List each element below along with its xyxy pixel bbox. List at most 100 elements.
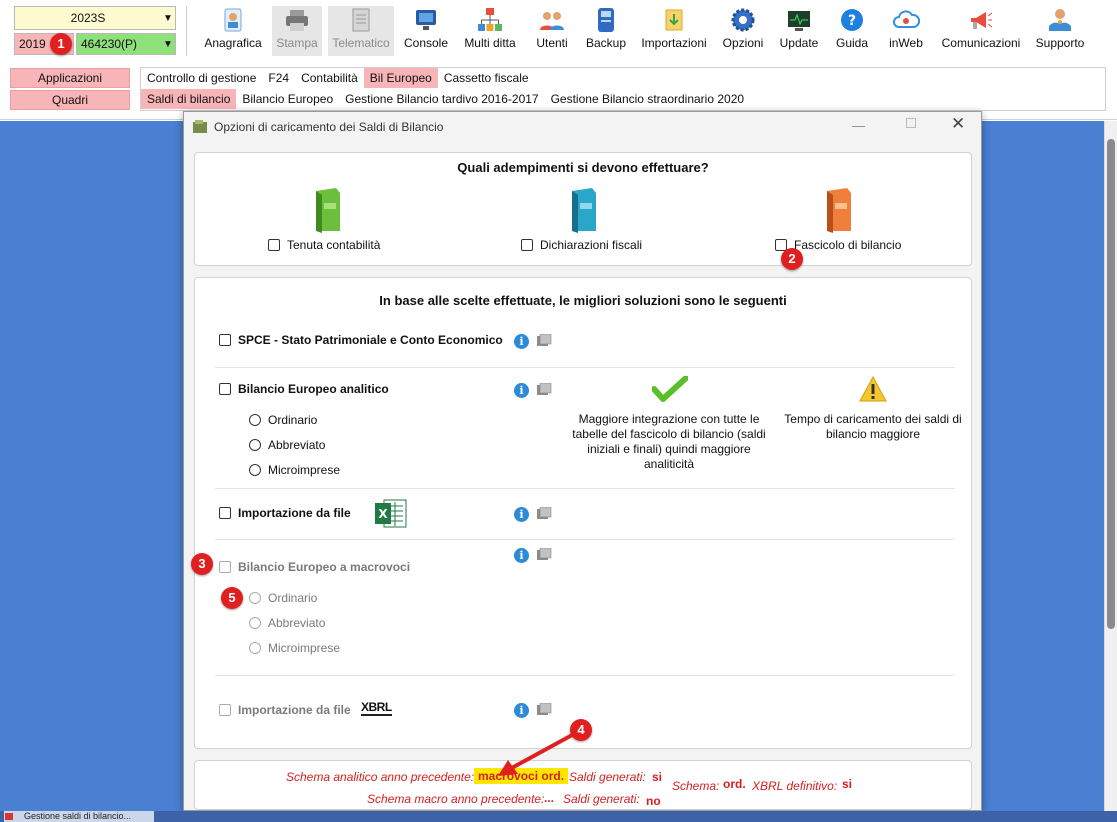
menu-controllo-di-gestione[interactable]: Controllo di gestione [141, 68, 262, 88]
scrollbar-thumb[interactable] [1107, 139, 1115, 629]
spce-option[interactable]: SPCE - Stato Patrimoniale e Conto Econom… [219, 333, 503, 347]
close-icon[interactable]: ✕ [951, 114, 965, 134]
menu-contabilita[interactable]: Contabilità [295, 68, 364, 88]
opzioni-label: Opzioni [722, 36, 764, 50]
separator [215, 675, 955, 676]
app-icon [193, 120, 207, 133]
menu-bilancio-straordinario[interactable]: Gestione Bilancio straordinario 2020 [545, 89, 750, 109]
multi-ditta-button[interactable]: Multi ditta [459, 6, 521, 56]
console-button[interactable]: Console [400, 6, 452, 56]
menu-f24[interactable]: F24 [262, 68, 295, 88]
period-select[interactable]: 2023S ▼ [14, 6, 176, 30]
soluzioni-panel: In base alle scelte effettuate, le migli… [194, 277, 972, 749]
macro-abbreviato-radio[interactable] [249, 617, 261, 629]
bilancio-macrovoci-settings-icon[interactable] [536, 548, 552, 562]
support-icon [1049, 9, 1071, 31]
analitico-abbreviato-option[interactable]: Abbreviato [249, 438, 325, 452]
tenuta-contabilita-option[interactable]: Tenuta contabilità [268, 238, 380, 252]
anagrafica-button[interactable]: Anagrafica [200, 6, 266, 56]
macro-ordinario-option[interactable]: Ordinario [249, 591, 317, 605]
taskbar-item[interactable]: Gestione saldi di bilancio... [4, 811, 154, 822]
comunicazioni-button[interactable]: Comunicazioni [938, 6, 1024, 56]
menu-bil-europeo[interactable]: Bil Europeo [363, 68, 438, 88]
bilancio-macrovoci-checkbox[interactable] [219, 561, 231, 573]
spce-info-icon[interactable]: i [514, 334, 529, 349]
vertical-scrollbar[interactable] [1104, 121, 1117, 811]
applicazioni-button[interactable]: Applicazioni [10, 68, 130, 88]
importazione-file-label: Importazione da file [238, 506, 351, 520]
menu-bilancio-tardivo[interactable]: Gestione Bilancio tardivo 2016-2017 [339, 89, 544, 109]
importazione-file-option[interactable]: Importazione da file [219, 506, 351, 520]
quadri-button[interactable]: Quadri [10, 90, 130, 110]
dialog-title: Opzioni di caricamento dei Saldi di Bila… [214, 120, 444, 134]
telematico-button[interactable]: Telematico [328, 6, 394, 56]
options-dialog: Opzioni di caricamento dei Saldi di Bila… [183, 111, 982, 811]
analitico-abbreviato-radio[interactable] [249, 439, 261, 451]
schema-analitico-label: Schema analitico anno precedente: [286, 770, 475, 784]
bilancio-analitico-checkbox[interactable] [219, 383, 231, 395]
menu-bilancio-europeo[interactable]: Bilancio Europeo [236, 89, 339, 109]
tenuta-contabilita-checkbox[interactable] [268, 239, 280, 251]
dichiarazioni-fiscali-option[interactable]: Dichiarazioni fiscali [521, 238, 642, 252]
company-select[interactable]: 464230(P) ▼ [76, 33, 176, 55]
importazione-xbrl-info-icon[interactable]: i [514, 703, 529, 718]
svg-text:X: X [378, 507, 388, 521]
macro-ordinario-label: Ordinario [268, 591, 318, 605]
cloud-icon [893, 10, 920, 28]
dichiarazioni-fiscali-box-icon [572, 188, 596, 233]
minimize-icon[interactable]: — [852, 118, 865, 133]
document-icon [352, 8, 370, 32]
macro-ordinario-radio[interactable] [249, 592, 261, 604]
help-icon: ? [841, 9, 863, 31]
importazione-file-settings-icon[interactable] [536, 507, 552, 521]
utenti-button[interactable]: Utenti [530, 6, 574, 56]
bilancio-analitico-option[interactable]: Bilancio Europeo analitico [219, 382, 389, 396]
macro-abbreviato-option[interactable]: Abbreviato [249, 616, 325, 630]
importazione-file-info-icon[interactable]: i [514, 507, 529, 522]
guida-button[interactable]: ? Guida [832, 6, 872, 56]
stampa-button[interactable]: Stampa [272, 6, 322, 56]
importazione-file-checkbox[interactable] [219, 507, 231, 519]
bilancio-macrovoci-label: Bilancio Europeo a macrovoci [238, 560, 411, 574]
bilancio-macrovoci-option[interactable]: Bilancio Europeo a macrovoci [219, 560, 410, 574]
bilancio-analitico-info-icon[interactable]: i [514, 383, 529, 398]
tenuta-contabilita-box-icon [316, 188, 340, 233]
adempimenti-panel: Quali adempimenti si devono effettuare? … [194, 152, 972, 266]
schema-macro-value: ... [544, 791, 555, 805]
macro-microimprese-option[interactable]: Microimprese [249, 641, 340, 655]
menu-cassetto-fiscale[interactable]: Cassetto fiscale [438, 68, 535, 88]
xbrl-definitivo-label: XBRL definitivo: [752, 779, 838, 793]
menu-saldi-di-bilancio[interactable]: Saldi di bilancio [141, 89, 237, 109]
spce-label: SPCE - Stato Patrimoniale e Conto Econom… [238, 333, 503, 347]
spce-settings-icon[interactable] [536, 334, 552, 348]
bilancio-analitico-settings-icon[interactable] [536, 383, 552, 397]
supporto-button[interactable]: Supporto [1032, 6, 1088, 56]
xbrl-logo: XBRL [361, 700, 392, 716]
opzioni-button[interactable]: Opzioni [718, 6, 768, 56]
backup-button[interactable]: Backup [582, 6, 630, 56]
importazione-xbrl-label: Importazione da file [238, 703, 351, 717]
macro-microimprese-radio[interactable] [249, 642, 261, 654]
update-label: Update [779, 36, 819, 50]
company-select-value: 464230(P) [81, 37, 138, 51]
analitico-ordinario-option[interactable]: Ordinario [249, 413, 317, 427]
importazione-xbrl-option[interactable]: Importazione da file [219, 703, 351, 717]
importazioni-button[interactable]: Importazioni [636, 6, 712, 56]
update-button[interactable]: Update [776, 6, 822, 56]
annotation-2: 2 [781, 248, 803, 270]
analitico-microimprese-option[interactable]: Microimprese [249, 463, 340, 477]
analitico-ordinario-radio[interactable] [249, 414, 261, 426]
importazione-xbrl-checkbox[interactable] [219, 704, 231, 716]
inweb-button[interactable]: inWeb [884, 6, 928, 56]
analitico-microimprese-radio[interactable] [249, 464, 261, 476]
maximize-icon[interactable] [906, 118, 916, 128]
update-icon [788, 11, 810, 31]
spce-checkbox[interactable] [219, 334, 231, 346]
pro-description: Maggiore integrazione con tutte le tabel… [572, 412, 766, 471]
annotation-3: 3 [191, 553, 213, 575]
dichiarazioni-fiscali-checkbox[interactable] [521, 239, 533, 251]
analitico-abbreviato-label: Abbreviato [268, 438, 326, 452]
backup-icon [598, 8, 614, 32]
bilancio-macrovoci-info-icon[interactable]: i [514, 548, 529, 563]
importazione-xbrl-settings-icon[interactable] [536, 703, 552, 717]
